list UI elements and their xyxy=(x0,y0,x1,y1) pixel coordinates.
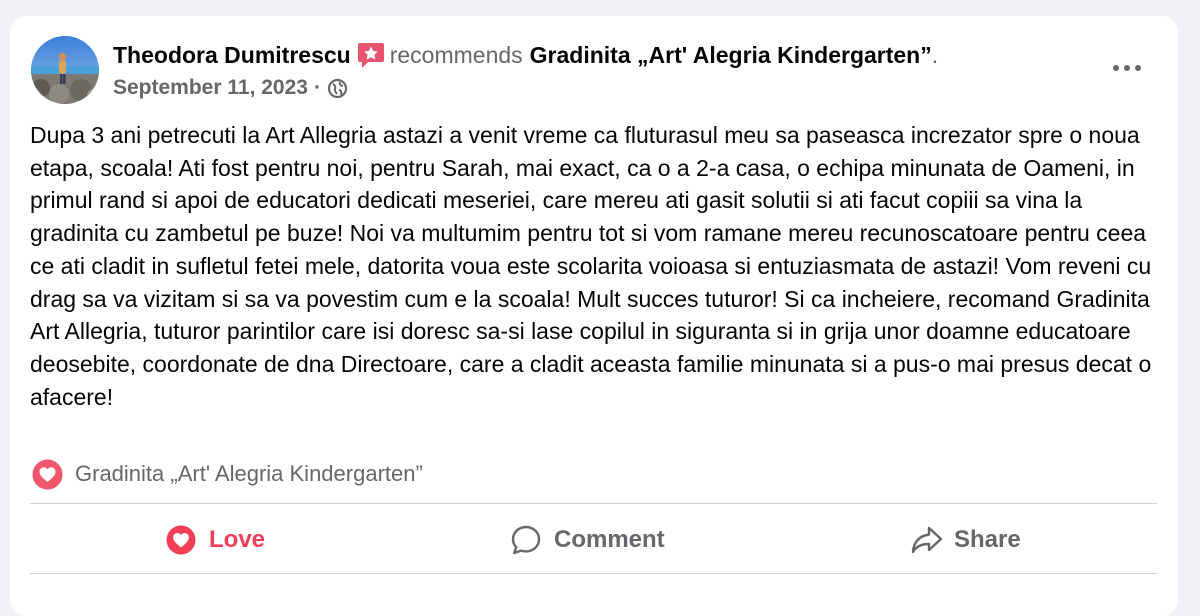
comment-label: Comment xyxy=(554,526,665,553)
heart-badge-icon xyxy=(31,458,64,491)
recommended-page-name[interactable]: Gradinita „Art' Alegria Kindergarten” xyxy=(530,42,932,69)
heart-icon xyxy=(165,524,197,556)
globe-icon xyxy=(327,78,348,99)
comment-icon xyxy=(510,524,542,556)
actions-top-divider xyxy=(30,503,1157,504)
star-badge-icon xyxy=(356,40,386,70)
post-header: Theodora Dumitrescu recommends Gradinita… xyxy=(113,38,938,72)
recommended-page-label: Gradinita „Art' Alegria Kindergarten” xyxy=(75,461,423,486)
meta-separator: · xyxy=(313,76,321,99)
header-period: . xyxy=(931,41,939,68)
review-post-card: Theodora Dumitrescu recommends Gradinita… xyxy=(10,16,1178,616)
share-icon xyxy=(910,524,943,556)
love-button[interactable]: Love xyxy=(165,512,265,568)
share-label: Share xyxy=(954,526,1021,553)
love-label: Love xyxy=(209,526,266,553)
recommends-verb: recommends xyxy=(389,41,523,68)
share-button[interactable]: Share xyxy=(910,512,1021,568)
actions-bottom-divider xyxy=(30,573,1157,574)
author-name[interactable]: Theodora Dumitrescu xyxy=(113,42,351,69)
comment-button[interactable]: Comment xyxy=(510,512,665,568)
post-meta: September 11, 2023 · xyxy=(113,74,348,102)
recommended-page-link[interactable]: Gradinita „Art' Alegria Kindergarten” xyxy=(31,457,423,491)
more-options-icon xyxy=(1113,65,1141,71)
more-options-button[interactable] xyxy=(1103,52,1151,84)
post-date[interactable]: September 11, 2023 xyxy=(113,76,308,100)
author-avatar[interactable] xyxy=(31,36,99,104)
review-text: Dupa 3 ani petrecuti la Art Allegria ast… xyxy=(30,122,1152,410)
action-bar: Love Comment Share xyxy=(30,512,1157,568)
